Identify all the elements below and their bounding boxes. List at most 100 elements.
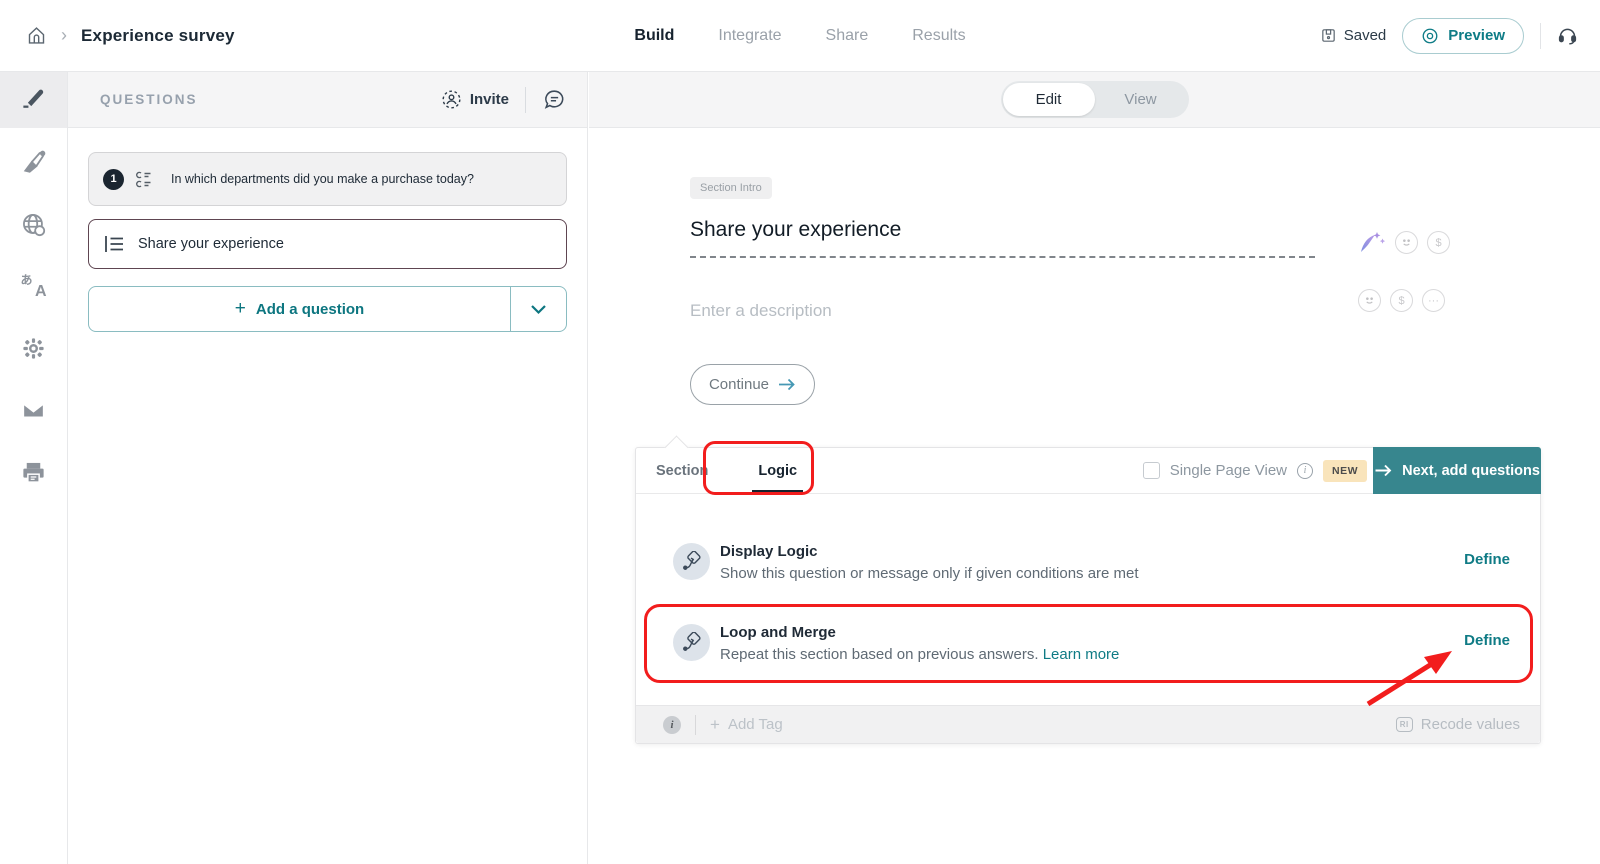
info-icon[interactable]: i bbox=[1297, 463, 1313, 479]
support-headset-icon[interactable] bbox=[1557, 25, 1578, 46]
distributions-mail-icon bbox=[20, 397, 47, 424]
continue-button[interactable]: Continue bbox=[690, 364, 815, 405]
section-intro-tag: Section Intro bbox=[690, 177, 772, 199]
rail-item-distributions[interactable] bbox=[0, 382, 67, 438]
footer-divider bbox=[695, 715, 696, 735]
add-question-dropdown[interactable] bbox=[510, 287, 566, 331]
logic-panel: Section Logic Single Page View i NEW Nex… bbox=[635, 447, 1541, 744]
question-number-badge: 1 bbox=[103, 169, 124, 190]
tab-logic[interactable]: Logic bbox=[758, 448, 797, 493]
questions-panel: QUESTIONS Invite bbox=[68, 72, 588, 864]
multiple-choice-icon bbox=[136, 171, 159, 188]
new-badge: NEW bbox=[1323, 460, 1367, 482]
options-gear-icon bbox=[20, 335, 47, 362]
tab-section[interactable]: Section bbox=[656, 448, 708, 493]
home-icon[interactable] bbox=[26, 25, 47, 46]
loop-merge-define-link[interactable]: Define bbox=[1464, 624, 1510, 649]
rail-item-translations[interactable]: あ A bbox=[0, 258, 67, 314]
rail-item-print[interactable] bbox=[0, 444, 67, 500]
arrow-right-icon bbox=[1374, 464, 1393, 477]
rail-item-survey-flow[interactable] bbox=[0, 196, 67, 252]
plus-icon: + bbox=[710, 715, 720, 735]
question-item-section[interactable]: Share your experience bbox=[88, 219, 567, 269]
logic-panel-footer: i + Add Tag RI Recode values bbox=[636, 705, 1540, 743]
single-page-view-checkbox[interactable] bbox=[1143, 462, 1160, 479]
add-question-button[interactable]: + Add a question bbox=[89, 287, 510, 331]
translations-icon: あ A bbox=[21, 273, 47, 299]
questions-panel-title: QUESTIONS bbox=[100, 92, 441, 107]
saved-label: Saved bbox=[1344, 27, 1387, 44]
preview-label: Preview bbox=[1448, 27, 1505, 44]
questions-list: 1 In which departments did you make a pu… bbox=[68, 128, 587, 332]
single-page-view-label: Single Page View bbox=[1170, 462, 1287, 479]
left-tool-rail: あ A bbox=[0, 72, 68, 864]
plus-icon: + bbox=[235, 298, 246, 320]
comments-chat-icon[interactable] bbox=[542, 87, 567, 112]
loop-merge-description: Repeat this section based on previous an… bbox=[720, 646, 1464, 663]
edit-view-toggle: Edit View bbox=[1001, 81, 1189, 118]
piped-text-dollar-icon[interactable]: $ bbox=[1427, 231, 1450, 254]
add-tag-button[interactable]: + Add Tag bbox=[710, 715, 783, 735]
toggle-edit[interactable]: Edit bbox=[1003, 83, 1095, 116]
title-action-icons: $ bbox=[1358, 229, 1450, 256]
translate-hiragana-glyph: あ bbox=[21, 271, 33, 288]
preview-button[interactable]: Preview bbox=[1402, 18, 1524, 54]
tab-share[interactable]: Share bbox=[826, 27, 869, 45]
more-options-ellipsis-icon[interactable]: ··· bbox=[1422, 289, 1445, 312]
invite-label: Invite bbox=[470, 91, 509, 108]
next-add-questions-button[interactable]: Next, add questions bbox=[1373, 447, 1541, 494]
survey-flow-globe-icon bbox=[20, 211, 47, 238]
logic-panel-tabs: Section Logic Single Page View i NEW Nex… bbox=[636, 448, 1540, 494]
questions-panel-header: QUESTIONS Invite bbox=[68, 72, 587, 128]
invite-person-icon bbox=[441, 89, 462, 110]
emoji-smiley-icon[interactable] bbox=[1358, 289, 1381, 312]
header-tabs: Build Integrate Share Results bbox=[634, 27, 965, 45]
survey-builder-page: › Experience survey Build Integrate Shar… bbox=[0, 0, 1600, 864]
learn-more-link[interactable]: Learn more bbox=[1043, 646, 1120, 663]
next-button-label: Next, add questions bbox=[1402, 463, 1540, 479]
survey-title[interactable]: Experience survey bbox=[81, 26, 235, 46]
add-question-label: Add a question bbox=[256, 301, 364, 318]
recode-values-icon: RI bbox=[1396, 717, 1413, 732]
footer-info-icon[interactable]: i bbox=[663, 716, 681, 734]
logic-branch-icon bbox=[673, 543, 710, 580]
invite-chat-divider bbox=[525, 87, 526, 113]
loop-merge-title: Loop and Merge bbox=[720, 624, 1464, 641]
tab-build[interactable]: Build bbox=[634, 27, 674, 45]
title-dashed-underline bbox=[690, 256, 1315, 258]
loop-and-merge-row[interactable]: Loop and Merge Repeat this section based… bbox=[636, 624, 1540, 663]
canvas-top-strip: Edit View bbox=[589, 72, 1600, 128]
question-item-1[interactable]: 1 In which departments did you make a pu… bbox=[88, 152, 567, 206]
add-tag-label: Add Tag bbox=[728, 716, 783, 733]
rail-item-look-feel[interactable] bbox=[0, 134, 67, 190]
emoji-smiley-icon[interactable] bbox=[1395, 231, 1418, 254]
piped-text-dollar-icon[interactable]: $ bbox=[1390, 289, 1413, 312]
saved-disk-icon bbox=[1320, 27, 1337, 44]
saved-status: Saved bbox=[1320, 27, 1387, 44]
display-logic-title: Display Logic bbox=[720, 543, 1464, 560]
section-block-icon bbox=[104, 235, 125, 253]
arrow-right-icon bbox=[778, 378, 796, 391]
recode-values-button[interactable]: RI Recode values bbox=[1396, 716, 1520, 733]
add-question-split-button: + Add a question bbox=[88, 286, 567, 332]
logic-branch-icon bbox=[673, 624, 710, 661]
loop-merge-description-text: Repeat this section based on previous an… bbox=[720, 646, 1039, 663]
rail-item-options[interactable] bbox=[0, 320, 67, 376]
description-placeholder[interactable]: Enter a description bbox=[690, 301, 832, 321]
display-logic-row[interactable]: Display Logic Show this question or mess… bbox=[636, 543, 1540, 582]
display-logic-define-link[interactable]: Define bbox=[1464, 543, 1510, 568]
preview-eye-icon bbox=[1421, 27, 1439, 45]
invite-button[interactable]: Invite bbox=[441, 89, 509, 110]
display-logic-description: Show this question or message only if gi… bbox=[720, 565, 1464, 582]
question-item-text: In which departments did you make a purc… bbox=[171, 172, 474, 186]
rail-item-builder[interactable] bbox=[0, 72, 67, 128]
tab-results[interactable]: Results bbox=[912, 27, 965, 45]
tab-integrate[interactable]: Integrate bbox=[718, 27, 781, 45]
look-feel-brush-icon bbox=[21, 149, 47, 175]
section-title-text[interactable]: Share your experience bbox=[690, 218, 901, 242]
print-icon bbox=[20, 459, 47, 486]
ai-feather-sparkle-icon[interactable] bbox=[1358, 229, 1386, 256]
description-action-icons: $ ··· bbox=[1358, 289, 1445, 312]
toggle-view[interactable]: View bbox=[1095, 83, 1187, 116]
breadcrumb-chevron: › bbox=[61, 25, 67, 46]
